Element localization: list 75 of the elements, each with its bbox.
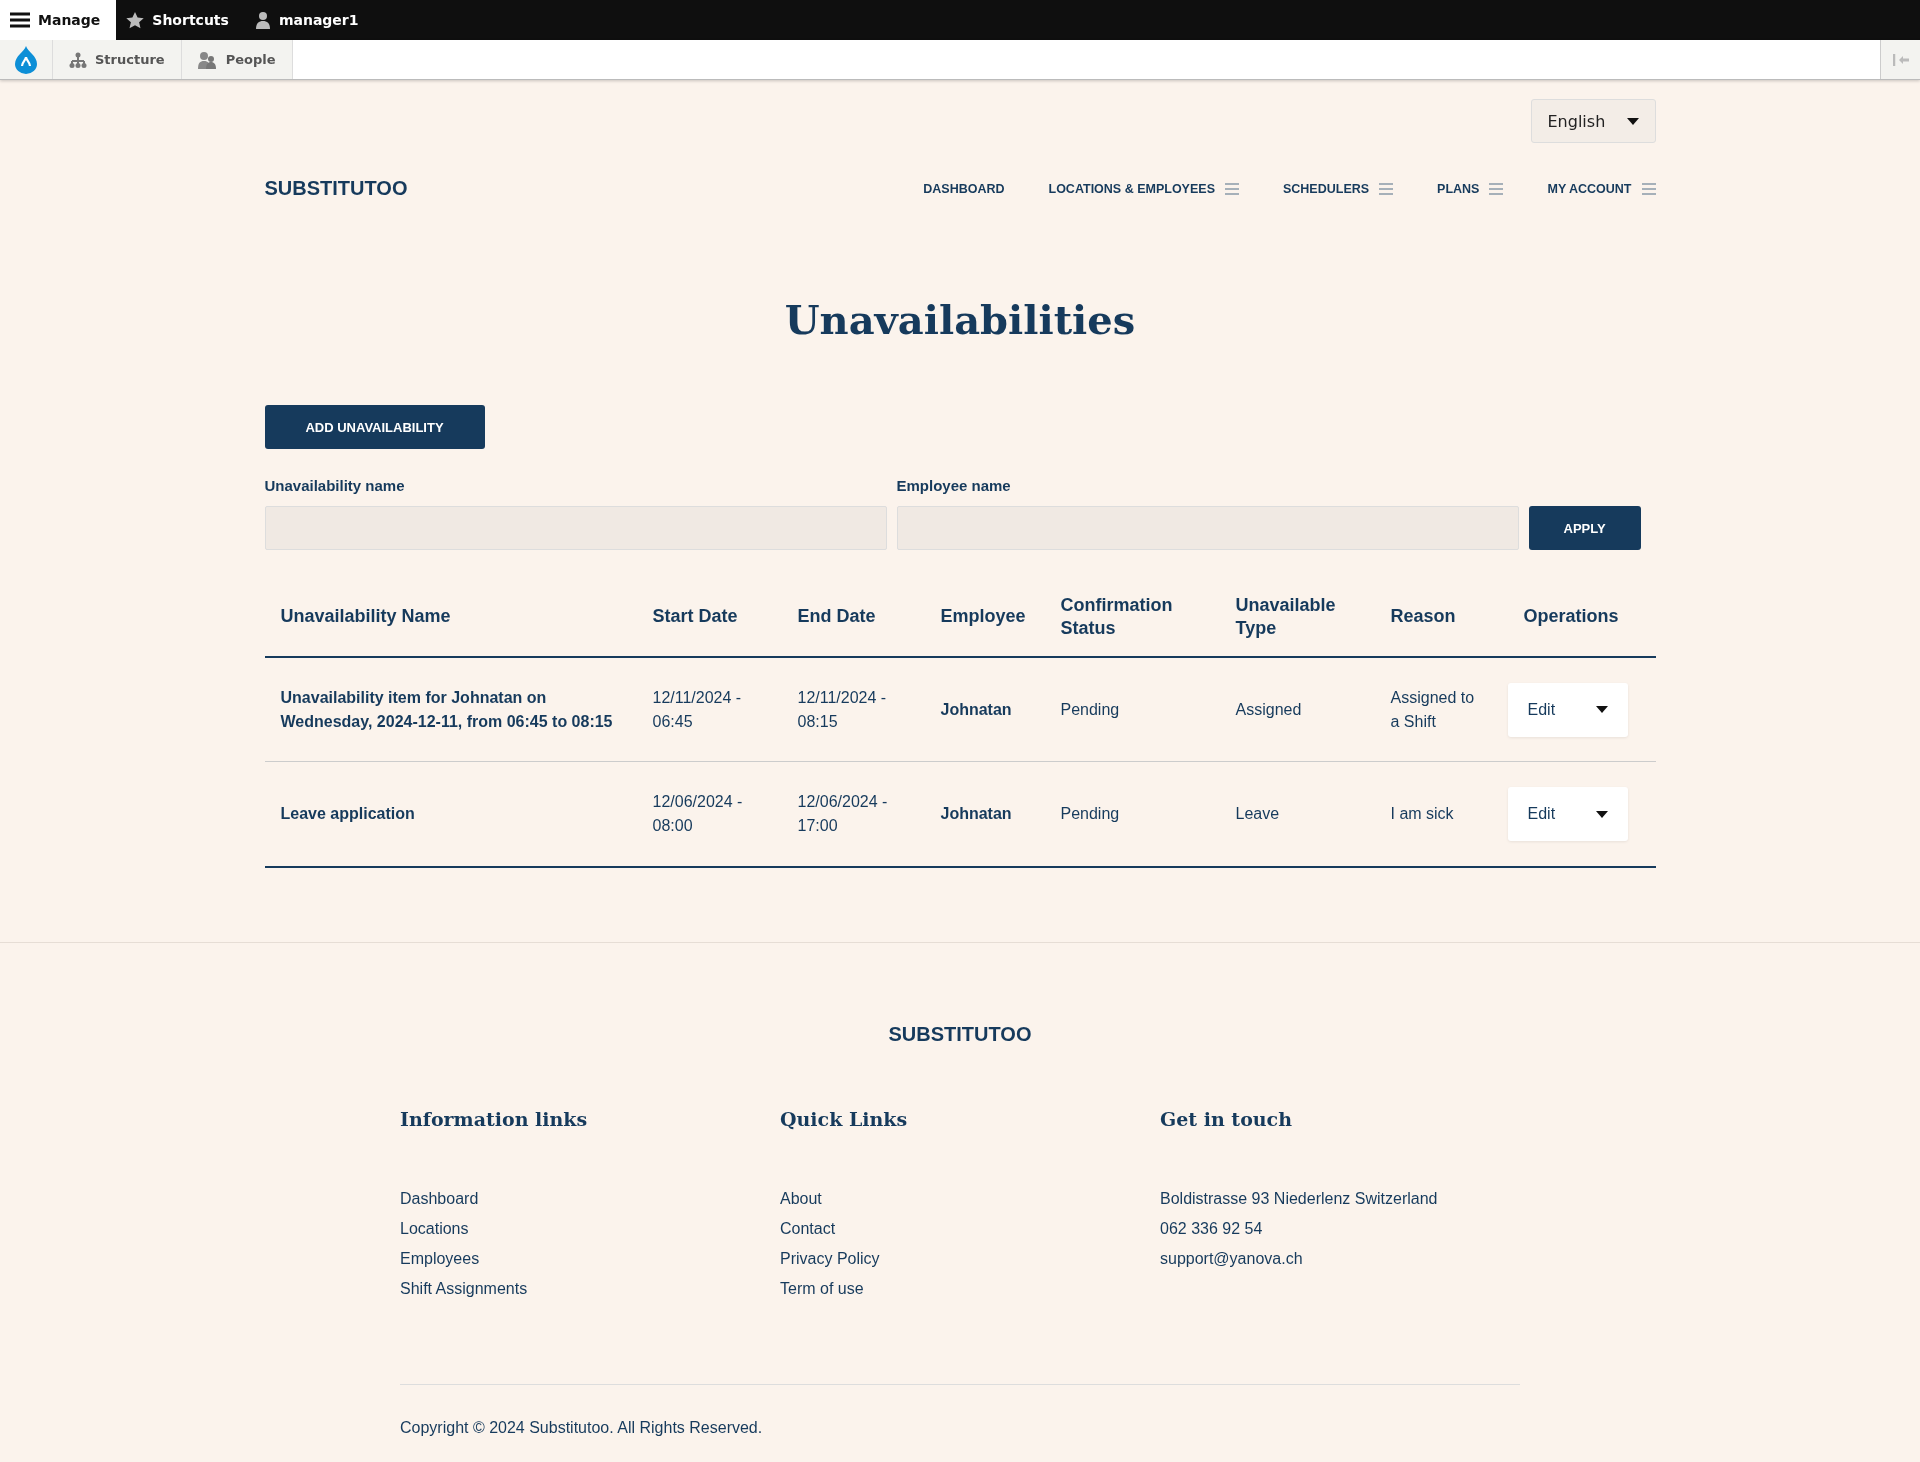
drupal-logo[interactable]	[0, 40, 53, 79]
admin-menu-item[interactable]: Structure	[53, 40, 182, 79]
table-cell-text: Pending	[1059, 804, 1121, 824]
language-select[interactable]: English	[1530, 99, 1656, 143]
copyright-text: Copyright © 2024 Substitutoo. All Rights Reserved.	[400, 1419, 764, 1437]
table-cell-text: Unavailability item for Johnatan on Wednesday, 2024-12-11, from 06:45 to 08:15	[279, 687, 614, 732]
column-header: Unavailability Name	[279, 605, 452, 629]
caret-icon	[1595, 810, 1608, 818]
nav-link[interactable]: MY ACCOUNT	[1547, 181, 1656, 196]
drop-icon	[15, 45, 37, 74]
footer-link[interactable]: Term of use	[780, 1274, 1160, 1304]
table-cell-text: I am sick	[1389, 804, 1455, 824]
footer-link[interactable]: Privacy Policy	[780, 1244, 1160, 1274]
column-header: End Date	[796, 605, 877, 629]
footer-link[interactable]: Shift Assignments	[400, 1274, 780, 1304]
filter-label: Employee name	[896, 477, 1012, 494]
footer-link[interactable]: Dashboard	[400, 1184, 780, 1214]
shortcuts-toolbar-tab[interactable]: Shortcuts	[116, 0, 245, 40]
collapse-button[interactable]	[1880, 40, 1920, 79]
column-header: Reason	[1389, 605, 1457, 629]
footer-link[interactable]: 062 336 92 54	[1160, 1214, 1520, 1244]
manage-toolbar-tab[interactable]: Manage	[0, 0, 117, 40]
footer-heading: Get in touch	[1160, 1108, 1293, 1130]
table-cell-text: Assigned to a Shift	[1389, 687, 1476, 732]
caret-icon	[1595, 706, 1608, 713]
footer-link[interactable]: Contact	[780, 1214, 1160, 1244]
edit-dropdown-button[interactable]: Edit	[1507, 787, 1628, 841]
filter-label: Unavailability name	[264, 477, 406, 494]
footer-link[interactable]: Locations	[400, 1214, 780, 1244]
site-logo[interactable]: SUBSTITUTOO	[264, 177, 408, 200]
column-header: Confirmation Status	[1059, 593, 1174, 640]
column-header: Operations	[1522, 605, 1620, 629]
column-header: Unavailable Type	[1234, 593, 1337, 640]
nav-link[interactable]: LOCATIONS & EMPLOYEES	[1048, 181, 1239, 196]
apply-button[interactable]: APPLY	[1528, 506, 1641, 550]
menu-icon	[1489, 182, 1504, 195]
footer-heading: Quick Links	[780, 1108, 909, 1130]
footer-logo: SUBSTITUTOO	[887, 1023, 1033, 1046]
table-cell-text: Leave application	[279, 804, 416, 824]
admin-menu-item[interactable]: People	[181, 40, 293, 79]
table-cell-text: Pending	[1059, 699, 1121, 720]
menu-icon	[1641, 182, 1656, 195]
caret-icon	[1626, 117, 1639, 125]
people-icon	[197, 50, 218, 69]
edit-dropdown-button[interactable]: Edit	[1507, 682, 1628, 737]
footer-heading: Information links	[400, 1108, 589, 1130]
nav-link[interactable]: SCHEDULERS	[1282, 181, 1394, 196]
table-cell-text: Johnatan	[939, 699, 1013, 720]
hierarchy-icon	[69, 51, 87, 68]
star-icon	[126, 11, 145, 29]
nav-link[interactable]: DASHBOARD	[923, 181, 1005, 196]
table-cell-text: 12/11/2024 - 06:45	[651, 687, 743, 732]
table-cell-text: Assigned	[1234, 699, 1303, 720]
user-toolbar-tab[interactable]: manager1	[244, 0, 375, 40]
table-cell-text: Johnatan	[939, 804, 1013, 824]
column-header: Employee	[939, 605, 1027, 629]
filter-input[interactable]	[896, 506, 1519, 550]
footer-link[interactable]: About	[780, 1184, 1160, 1214]
table-cell-text: 12/06/2024 - 17:00	[796, 792, 889, 836]
footer-link[interactable]: Boldistrasse 93 Niederlenz Switzerland	[1160, 1184, 1520, 1214]
nav-link[interactable]: PLANS	[1437, 181, 1504, 196]
add-unavailability-button[interactable]: ADD UNAVAILABILITY	[264, 405, 485, 449]
collapse-icon	[1892, 53, 1909, 66]
footer-link[interactable]: support@yanova.ch	[1160, 1244, 1520, 1274]
user-icon	[254, 11, 271, 29]
table-cell-text: 12/06/2024 - 08:00	[651, 792, 744, 836]
table-cell-text: 12/11/2024 - 08:15	[796, 687, 888, 732]
footer-link[interactable]: Employees	[400, 1244, 780, 1274]
column-header: Start Date	[651, 605, 739, 629]
menu-icon	[10, 12, 30, 28]
table-cell-text: Leave	[1234, 804, 1281, 824]
filter-input[interactable]	[264, 506, 887, 550]
menu-icon	[1379, 182, 1394, 195]
page-title: Unavailabilities	[783, 296, 1137, 343]
menu-icon	[1224, 182, 1239, 195]
